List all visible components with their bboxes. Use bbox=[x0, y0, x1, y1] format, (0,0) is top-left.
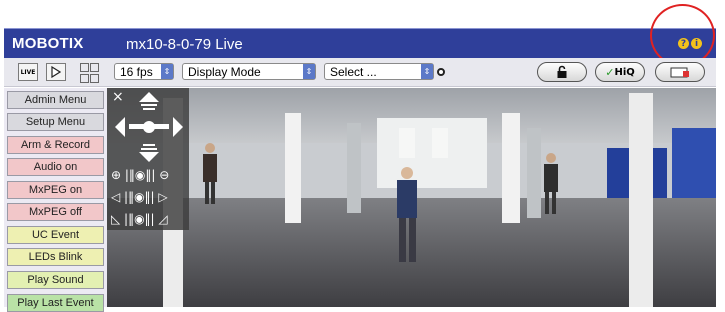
tilt-slider[interactable]: ◁ |‖◉‖| ▷ bbox=[111, 190, 189, 204]
camera-view-icon bbox=[670, 67, 689, 77]
snapshot-icon[interactable] bbox=[437, 68, 445, 76]
fps-select[interactable]: 16 fps ⇕ bbox=[114, 63, 174, 80]
sidebar-item-admin-menu[interactable]: Admin Menu bbox=[7, 91, 104, 109]
camera-scene bbox=[107, 88, 716, 307]
lock-button[interactable] bbox=[537, 62, 587, 82]
sidebar-item-play-last-event[interactable]: Play Last Event bbox=[7, 294, 104, 312]
live-button[interactable]: LIVE bbox=[18, 63, 38, 81]
live-video[interactable] bbox=[107, 88, 716, 307]
hiq-button[interactable]: ✓ HiQ bbox=[595, 62, 645, 82]
fps-value: 16 fps bbox=[120, 65, 153, 79]
zoom-slider[interactable]: ⊕ |‖◉‖| ⊖ bbox=[111, 168, 189, 182]
hiq-label: HiQ bbox=[614, 66, 635, 78]
play-button[interactable] bbox=[46, 63, 66, 81]
title-bar: MOBOTIX mx10-8-0-79 Live ? i bbox=[4, 28, 716, 58]
page-title: mx10-8-0-79 Live bbox=[126, 36, 243, 53]
display-mode-value: Display Mode bbox=[188, 65, 261, 79]
check-icon: ✓ bbox=[605, 65, 615, 79]
sidebar-item-play-sound[interactable]: Play Sound bbox=[7, 271, 104, 289]
sidebar-item-arm-record[interactable]: Arm & Record bbox=[7, 136, 104, 154]
lock-icon bbox=[557, 65, 567, 78]
play-icon bbox=[51, 66, 61, 78]
sidebar-item-audio-on[interactable]: Audio on bbox=[7, 158, 104, 176]
toolbar: LIVE 16 fps ⇕ Display Mode ⇕ Select ... ⇕ ✓… bbox=[4, 58, 716, 87]
rotate-slider[interactable]: ◺ |‖◉‖| ◿ bbox=[111, 212, 189, 226]
display-mode-select[interactable]: Display Mode ⇕ bbox=[182, 63, 316, 80]
brand-logo: MOBOTIX bbox=[12, 35, 84, 52]
sidebar-item-uc-event[interactable]: UC Event bbox=[7, 226, 104, 244]
sidebar-item-leds-blink[interactable]: LEDs Blink bbox=[7, 248, 104, 266]
grid-view-icon[interactable] bbox=[80, 63, 100, 83]
dropdown-arrow-icon: ⇕ bbox=[161, 64, 173, 79]
ptz-button[interactable] bbox=[655, 62, 705, 82]
sidebar-item-mxpeg-off[interactable]: MxPEG off bbox=[7, 203, 104, 221]
sidebar: Admin Menu Setup Menu Arm & Record Audio… bbox=[4, 88, 107, 312]
sidebar-item-mxpeg-on[interactable]: MxPEG on bbox=[7, 181, 104, 199]
select-value: Select ... bbox=[330, 65, 377, 79]
sidebar-item-setup-menu[interactable]: Setup Menu bbox=[7, 113, 104, 131]
pan-tilt-arrows-icon[interactable] bbox=[115, 90, 185, 164]
dropdown-arrow-icon: ⇕ bbox=[421, 64, 433, 79]
dropdown-arrow-icon: ⇕ bbox=[303, 64, 315, 79]
ptz-control-panel: × ⊕ |‖◉‖| ⊖ ◁ |‖◉‖| ▷ ◺ |‖◉‖| ◿ bbox=[107, 88, 189, 230]
select-dropdown[interactable]: Select ... ⇕ bbox=[324, 63, 434, 80]
